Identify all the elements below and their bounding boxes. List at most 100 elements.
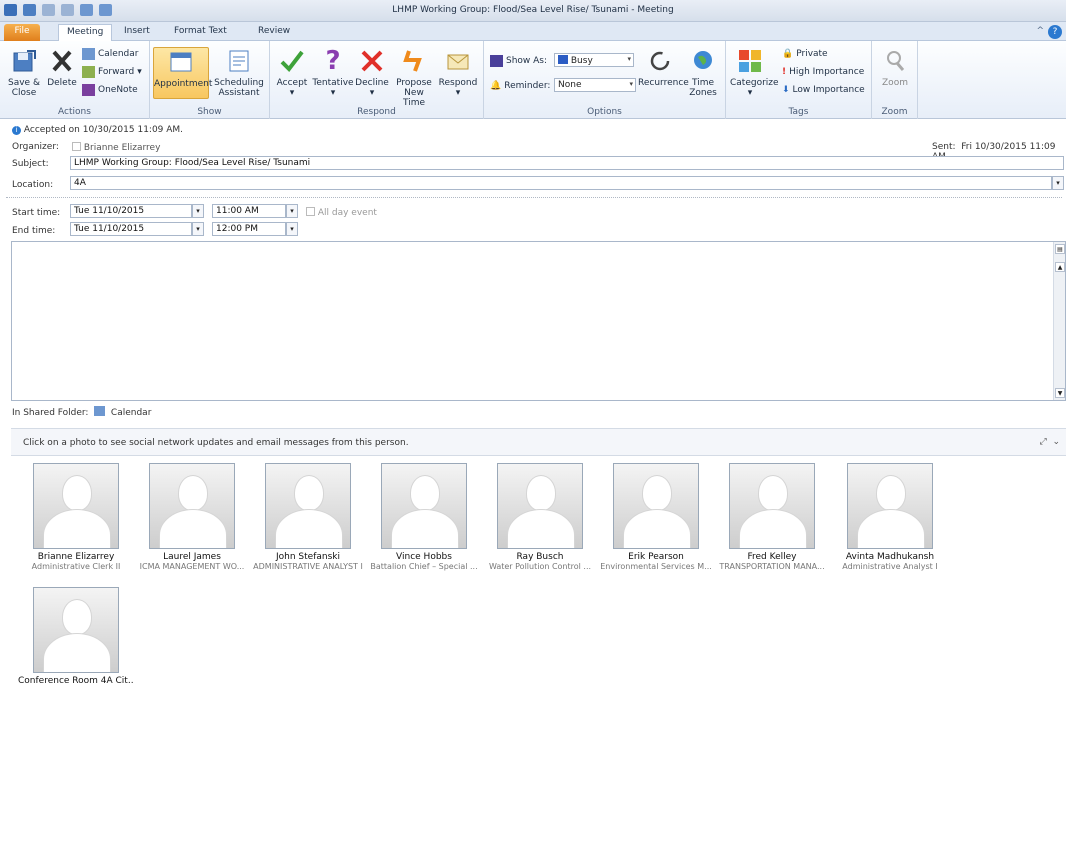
low-importance-button[interactable]: ⬇ Low Importance (782, 83, 865, 97)
onenote-button[interactable]: OneNote (82, 83, 138, 97)
person-card[interactable]: Ray Busch Water Pollution Control ... (482, 463, 598, 571)
expand-icon[interactable]: ⤢ (1040, 437, 1047, 447)
people-pane-header: Click on a photo to see social network u… (11, 428, 1066, 456)
decline-button[interactable]: Decline ▾ (354, 47, 390, 98)
chevron-down-icon: ▾ (747, 88, 753, 98)
person-photo-icon[interactable] (33, 587, 119, 673)
meeting-notes-body[interactable]: ▤ ▲ ▼ (11, 241, 1066, 401)
person-photo-icon[interactable] (847, 463, 933, 549)
start-time-dropdown-icon[interactable]: ▾ (286, 204, 298, 218)
start-date-field[interactable]: Tue 11/10/2015 (70, 204, 192, 218)
appointment-label: Appointment (154, 79, 213, 89)
person-photo-icon[interactable] (381, 463, 467, 549)
person-photo-icon[interactable] (33, 463, 119, 549)
chevron-down-icon[interactable]: ⌄ (1052, 437, 1060, 447)
group-label-tags: Tags (788, 107, 809, 117)
person-card[interactable]: Brianne Elizarrey Administrative Clerk I… (18, 463, 134, 571)
calendar-label: Calendar (98, 49, 139, 59)
tab-meeting[interactable]: Meeting (58, 24, 113, 41)
tentative-button[interactable]: ? Tentative ▾ (312, 47, 354, 98)
all-day-event-checkbox[interactable]: All day event (306, 207, 377, 218)
accept-button[interactable]: Accept ▾ (274, 47, 310, 98)
end-date-field[interactable]: Tue 11/10/2015 (70, 222, 192, 236)
subject-label: Subject: (12, 159, 49, 169)
people-pane-hint: Click on a photo to see social network u… (23, 438, 409, 448)
high-importance-button[interactable]: ! High Importance (782, 65, 864, 79)
propose-label: Propose New Time (396, 78, 432, 108)
notes-scrollbar[interactable]: ▤ ▲ ▼ (1053, 242, 1065, 400)
location-dropdown-icon[interactable]: ▾ (1052, 176, 1064, 190)
save-close-button[interactable]: Save & Close (6, 47, 42, 98)
decline-label: Decline (355, 78, 389, 88)
recurrence-button[interactable]: Recurrence (638, 47, 689, 88)
organizer-label: Organizer: (12, 142, 59, 152)
globe-icon (689, 47, 717, 75)
start-date-dropdown-icon[interactable]: ▾ (192, 204, 204, 218)
person-card[interactable]: Laurel James ICMA MANAGEMENT WO... (134, 463, 250, 571)
tab-file[interactable]: File (4, 24, 40, 41)
end-time-dropdown-icon[interactable]: ▾ (286, 222, 298, 236)
tab-format-text[interactable]: Format Text (166, 24, 235, 41)
reminder-label: Reminder: (504, 81, 551, 91)
chevron-down-icon: ▾ (455, 88, 461, 98)
person-photo-icon[interactable] (613, 463, 699, 549)
end-time-field[interactable]: 12:00 PM (212, 222, 286, 236)
person-card[interactable]: John Stefanski ADMINISTRATIVE ANALYST I (250, 463, 366, 571)
tab-insert[interactable]: Insert (116, 24, 158, 41)
onenote-label: OneNote (98, 85, 138, 95)
appointment-button[interactable]: Appointment (153, 47, 213, 99)
exclamation-icon: ! (782, 67, 787, 77)
person-photo-icon[interactable] (265, 463, 351, 549)
zoom-label: Zoom (882, 78, 908, 88)
question-mark-icon: ? (325, 46, 341, 76)
person-card[interactable]: Erik Pearson Environmental Services M... (598, 463, 714, 571)
private-button[interactable]: 🔒 Private (782, 47, 828, 61)
delete-button[interactable]: Delete (46, 47, 78, 88)
person-card[interactable]: Avinta Madhukansh Administrative Analyst… (832, 463, 948, 571)
title-bar: LHMP Working Group: Flood/Sea Level Rise… (0, 0, 1066, 22)
scroll-options-icon[interactable]: ▤ (1055, 244, 1065, 254)
tab-review[interactable]: Review (250, 24, 298, 41)
person-photo-icon[interactable] (729, 463, 815, 549)
propose-new-time-button[interactable]: Propose New Time (392, 47, 436, 108)
categorize-button[interactable]: Categorize ▾ (730, 47, 779, 98)
person-title: Administrative Clerk II (31, 562, 121, 571)
respond-envelope-icon (444, 47, 472, 75)
forward-button[interactable]: Forward ▾ (82, 65, 142, 79)
calendar-button[interactable]: Calendar (82, 47, 138, 61)
person-card[interactable]: Fred Kelley TRANSPORTATION MANA... (714, 463, 830, 571)
zoom-button[interactable]: Zoom (876, 47, 914, 88)
organizer-value[interactable]: Brianne Elizarrey (72, 142, 160, 153)
help-icon[interactable]: ? (1048, 25, 1062, 39)
ribbon: Save & Close Delete Calendar Forward ▾ O… (0, 41, 1066, 119)
person-photo-icon[interactable] (497, 463, 583, 549)
people-pane-controls: ⤢ ⌄ (1040, 437, 1060, 447)
shared-folder-label: In Shared Folder: (12, 408, 89, 418)
private-label: Private (796, 49, 828, 59)
start-time-field[interactable]: 11:00 AM (212, 204, 286, 218)
minimize-ribbon-icon[interactable]: ^ (1036, 26, 1044, 36)
busy-status-icon (558, 55, 568, 64)
subject-field[interactable]: LHMP Working Group: Flood/Sea Level Rise… (70, 156, 1064, 170)
scheduling-assistant-button[interactable]: Scheduling Assistant (212, 47, 266, 98)
show-as-select[interactable]: Busy ▾ (554, 53, 634, 67)
person-photo-icon[interactable] (149, 463, 235, 549)
propose-arrow-icon (400, 47, 428, 75)
person-name: Laurel James (163, 552, 221, 562)
show-as-icon (490, 55, 503, 67)
shared-folder-row: In Shared Folder: Calendar (12, 406, 151, 418)
person-card[interactable]: Conference Room 4A Cit... (18, 587, 134, 686)
person-name: Avinta Madhukansh (845, 552, 935, 562)
person-card[interactable]: Vince Hobbs Battalion Chief – Special ..… (366, 463, 482, 571)
end-date-dropdown-icon[interactable]: ▾ (192, 222, 204, 236)
location-field[interactable]: 4A (70, 176, 1052, 190)
scroll-up-icon[interactable]: ▲ (1055, 262, 1065, 272)
scroll-down-icon[interactable]: ▼ (1055, 388, 1065, 398)
person-name: Ray Busch (516, 552, 564, 562)
person-title: ICMA MANAGEMENT WO... (139, 562, 245, 571)
reminder-select[interactable]: None ▾ (554, 78, 636, 92)
bell-icon: 🔔 (490, 81, 502, 91)
respond-button[interactable]: Respond ▾ (438, 47, 478, 98)
shared-folder-value[interactable]: Calendar (111, 408, 151, 418)
time-zones-button[interactable]: Time Zones (684, 47, 722, 98)
